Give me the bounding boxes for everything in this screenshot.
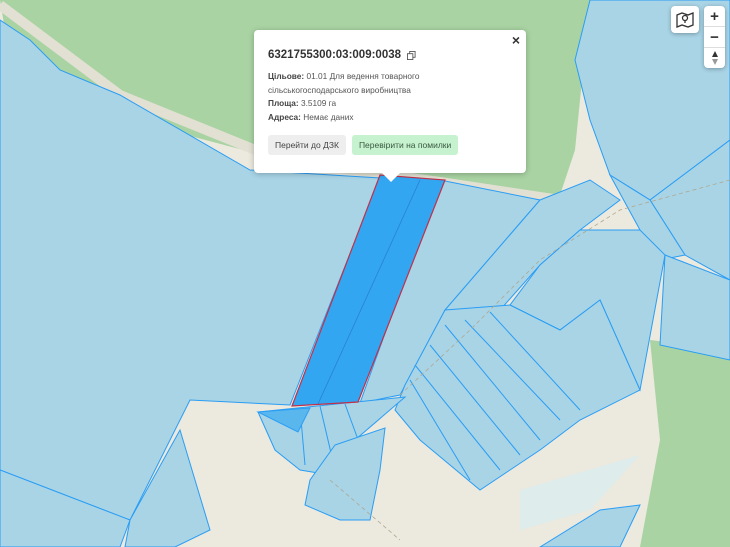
popup-tip xyxy=(382,173,400,182)
area-value: 3.5109 га xyxy=(300,98,337,108)
purpose-row: Цільове: 01.01 Для ведення товарного сіл… xyxy=(268,70,512,97)
copy-icon[interactable] xyxy=(407,50,416,60)
popup-title-row: 6321755300:03:009:0038 xyxy=(268,49,512,61)
popup-buttons: Перейти до ДЗК Перевірити на помилки xyxy=(268,135,512,155)
zoom-controls: + − xyxy=(704,6,725,68)
parcel-info: Цільове: 01.01 Для ведення товарного сіл… xyxy=(268,70,512,124)
address-row: Адреса: Немає даних xyxy=(268,111,512,125)
layers-button[interactable] xyxy=(671,6,699,33)
compass-button[interactable] xyxy=(704,48,725,68)
address-value: Немає даних xyxy=(303,111,354,122)
close-button[interactable]: × xyxy=(512,33,520,47)
purpose-label: Цільове: xyxy=(268,71,305,81)
area-row: Площа: 3.5109 га xyxy=(268,97,512,111)
go-to-dzk-button[interactable]: Перейти до ДЗК xyxy=(268,135,346,155)
address-label: Адреса: xyxy=(268,111,301,122)
map-layers-icon xyxy=(676,12,694,28)
zoom-in-button[interactable]: + xyxy=(704,6,725,27)
compass-icon xyxy=(711,51,718,65)
check-errors-button[interactable]: Перевірити на помилки xyxy=(351,135,459,155)
cadastral-number: 6321755300:03:009:0038 xyxy=(268,49,402,61)
area-label: Площа: xyxy=(268,98,299,108)
zoom-out-button[interactable]: − xyxy=(704,27,725,48)
parcel-popup: × 6321755300:03:009:0038 Цільове: 01.01 … xyxy=(254,30,526,182)
